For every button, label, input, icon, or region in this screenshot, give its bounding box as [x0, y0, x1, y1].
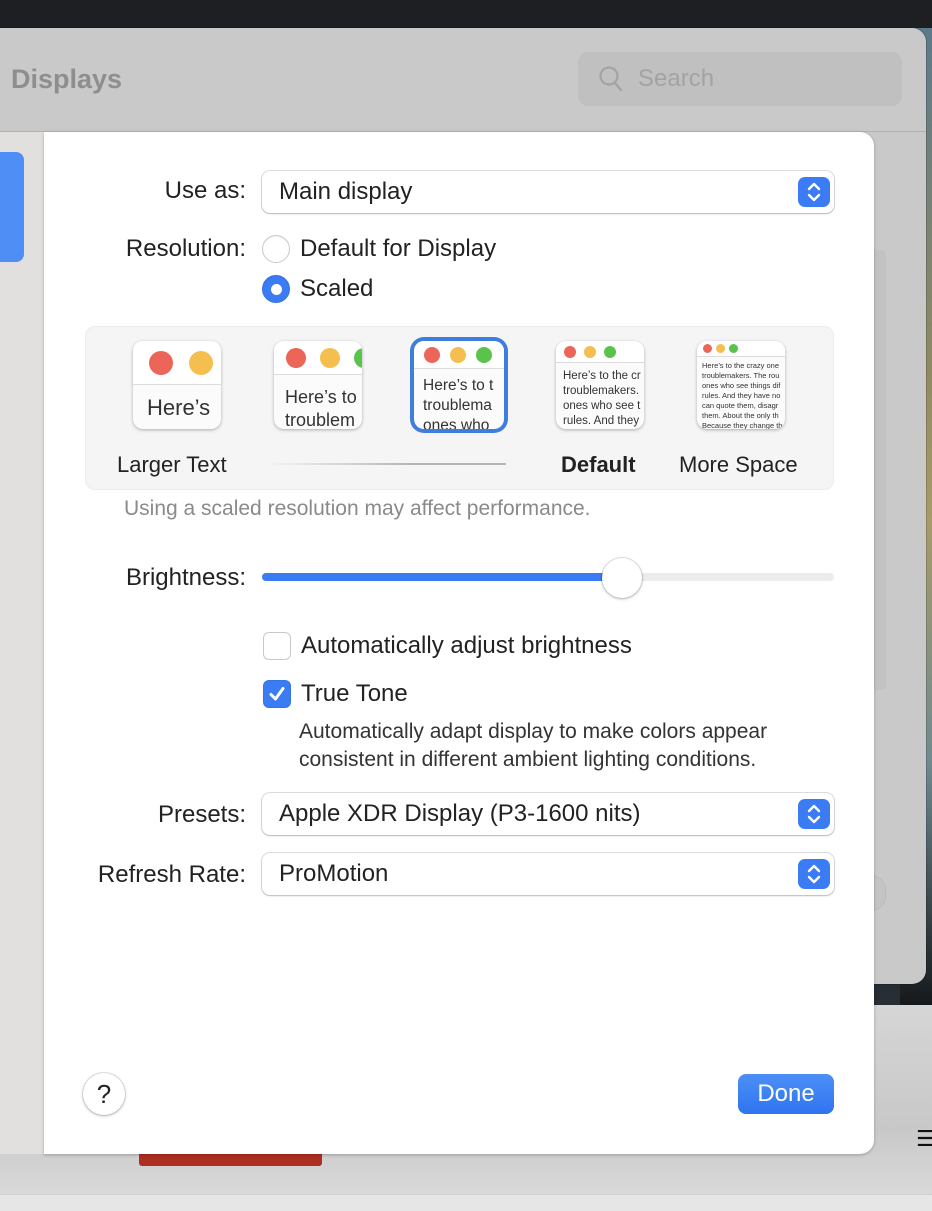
radio-button[interactable]	[262, 235, 290, 263]
popup-chevrons-icon	[798, 177, 830, 207]
presets-value: Apple XDR Display (P3-1600 nits)	[279, 800, 641, 827]
use-as-value: Main display	[279, 178, 413, 205]
auto-brightness-option[interactable]: Automatically adjust brightness	[263, 632, 632, 660]
preview-text: Here’s to the cr troublemakers. ones who…	[563, 370, 641, 427]
close-dot-icon	[149, 350, 173, 375]
scale-option-larger-text[interactable]: Here’s	[133, 341, 221, 429]
true-tone-option[interactable]: True Tone	[263, 680, 408, 708]
radio-button-selected[interactable]	[262, 275, 290, 303]
brightness-label: Brightness:	[125, 564, 246, 591]
radio-label: Default for Display	[300, 235, 497, 262]
auto-brightness-label: Automatically adjust brightness	[301, 632, 632, 659]
refresh-rate-popup[interactable]: ProMotion	[262, 853, 834, 895]
help-button[interactable]: ?	[83, 1073, 125, 1115]
true-tone-checkbox[interactable]	[263, 680, 291, 708]
radio-label: Scaled	[300, 275, 374, 302]
scale-label-more-space: More Space	[679, 452, 798, 477]
minimize-dot-icon	[450, 346, 466, 363]
scale-track	[268, 463, 506, 465]
resolution-label: Resolution:	[125, 235, 246, 262]
scaled-performance-note: Using a scaled resolution may affect per…	[124, 497, 591, 520]
minimize-dot-icon	[584, 345, 596, 358]
slider-fill	[262, 573, 623, 581]
minimize-dot-icon	[716, 344, 725, 353]
preview-text: Here’s	[147, 395, 211, 420]
window-title: Displays	[11, 64, 123, 94]
auto-brightness-checkbox[interactable]	[263, 632, 291, 660]
sheet-sidebar	[0, 132, 44, 1154]
close-dot-icon	[564, 345, 576, 358]
background-app-footer	[0, 1194, 932, 1211]
use-as-label: Use as:	[164, 177, 246, 204]
refresh-rate-value: ProMotion	[279, 860, 389, 887]
scale-option-2[interactable]: Here’s to troublem	[274, 341, 362, 429]
search-icon	[599, 66, 623, 92]
true-tone-description: Automatically adapt display to make colo…	[299, 718, 767, 774]
zoom-dot-icon	[354, 347, 362, 368]
popup-chevrons-icon	[798, 799, 830, 829]
preview-text: Here’s to the crazy one troublemakers. T…	[702, 361, 783, 429]
zoom-dot-icon	[604, 345, 616, 358]
true-tone-description-line: Automatically adapt display to make colo…	[299, 720, 768, 743]
scale-option-3-selected[interactable]: Here’s to t troublema ones who	[414, 341, 504, 429]
close-dot-icon	[286, 347, 306, 368]
zoom-dot-icon	[729, 344, 738, 353]
preview-text: Here’s to t troublema ones who	[423, 377, 494, 429]
brightness-slider[interactable]	[262, 558, 834, 598]
preview-text: Here’s to troublem	[285, 387, 357, 429]
use-as-popup[interactable]: Main display	[262, 171, 834, 213]
done-button[interactable]: Done	[738, 1074, 834, 1114]
popup-chevrons-icon	[798, 859, 830, 889]
search-field[interactable]	[578, 52, 902, 106]
scale-option-default[interactable]: Here’s to the cr troublemakers. ones who…	[556, 341, 644, 429]
true-tone-label: True Tone	[301, 680, 408, 707]
scale-label-larger-text: Larger Text	[117, 452, 227, 477]
close-dot-icon	[424, 346, 440, 363]
presets-label: Presets:	[157, 801, 246, 828]
close-dot-icon	[703, 344, 712, 353]
background-menu-icon: ☰	[916, 1126, 932, 1151]
true-tone-description-line: consistent in different ambient lighting…	[299, 748, 757, 771]
scale-option-more-space[interactable]: Here’s to the crazy one troublemakers. T…	[697, 341, 785, 429]
radio-scaled[interactable]: Scaled	[262, 275, 373, 303]
minimize-dot-icon	[189, 350, 213, 375]
minimize-dot-icon	[320, 347, 340, 368]
checkmark-icon	[269, 687, 285, 701]
presets-popup[interactable]: Apple XDR Display (P3-1600 nits)	[262, 793, 834, 835]
search-input[interactable]	[638, 65, 878, 93]
refresh-rate-label: Refresh Rate:	[97, 861, 246, 888]
desktop-background	[0, 0, 932, 28]
scale-label-default: Default	[561, 452, 636, 477]
radio-default-for-display[interactable]: Default for Display	[262, 235, 496, 263]
zoom-dot-icon	[476, 346, 492, 363]
